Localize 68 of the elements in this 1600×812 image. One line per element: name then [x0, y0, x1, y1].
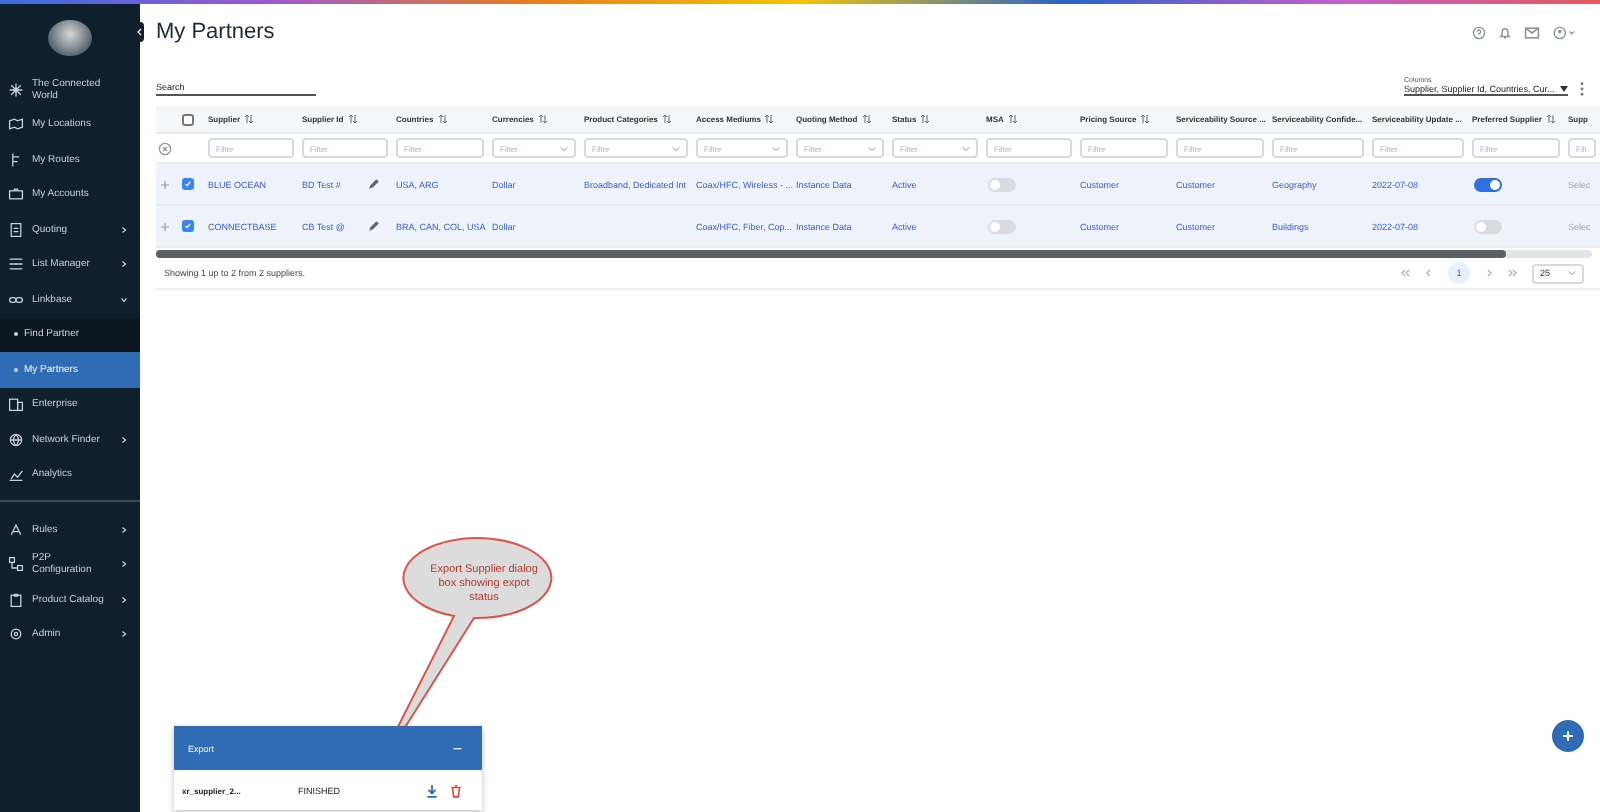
toggle-switch[interactable] — [1474, 177, 1502, 191]
pencil-icon[interactable] — [368, 220, 380, 232]
help-icon[interactable] — [1472, 25, 1486, 39]
chevron-right-icon — [120, 630, 128, 639]
rules-icon — [8, 521, 24, 538]
chevron-right-icon — [120, 435, 128, 444]
globe-icon — [8, 431, 24, 448]
toggle-switch[interactable] — [1474, 219, 1502, 233]
scrollbar[interactable] — [156, 250, 1592, 258]
bell-icon[interactable] — [1498, 25, 1512, 39]
sort-icon[interactable] — [764, 114, 775, 124]
chevron-down-icon — [772, 145, 780, 151]
sort-icon[interactable] — [1545, 114, 1556, 124]
sort-icon[interactable] — [920, 114, 931, 124]
sort-icon[interactable] — [437, 114, 448, 124]
hierarchy-icon — [8, 556, 24, 573]
chevron-down-icon — [672, 145, 680, 151]
gear-icon — [8, 626, 24, 643]
sort-icon[interactable] — [537, 114, 548, 124]
sort-icon[interactable] — [861, 114, 872, 124]
plus-icon — [1562, 730, 1574, 742]
chevron-right-icon — [120, 560, 128, 569]
avatar-icon[interactable] — [1552, 25, 1576, 39]
page-title: My Partners — [156, 20, 275, 44]
building-icon — [8, 396, 24, 413]
pencil-icon[interactable] — [368, 178, 380, 190]
next-page-icon[interactable] — [1484, 268, 1494, 278]
chevron-right-icon — [120, 225, 128, 234]
chevron-down-icon — [962, 145, 970, 151]
previous-page-icon[interactable] — [1424, 268, 1434, 278]
toggle-switch[interactable] — [988, 177, 1016, 191]
chevron-down-icon — [868, 145, 876, 151]
mail-icon[interactable] — [1524, 25, 1540, 39]
add-button[interactable] — [1552, 720, 1584, 752]
chart-icon — [8, 466, 24, 483]
checkbox[interactable] — [182, 220, 194, 232]
trash-icon[interactable] — [450, 783, 462, 797]
network-icon — [8, 81, 24, 98]
first-page-icon[interactable] — [1400, 268, 1410, 278]
sort-icon[interactable] — [244, 114, 255, 124]
chevron-right-icon — [120, 595, 128, 604]
clipboard-icon — [8, 591, 24, 608]
sort-icon[interactable] — [661, 114, 672, 124]
checkbox[interactable] — [182, 178, 194, 190]
checkmark-icon — [184, 180, 192, 188]
route-icon — [8, 151, 24, 168]
map-icon — [8, 116, 24, 133]
chevron-right-icon — [120, 525, 128, 534]
sort-icon[interactable] — [1140, 114, 1151, 124]
document-icon — [8, 221, 24, 238]
sort-icon[interactable] — [347, 114, 358, 124]
chevron-right-icon — [120, 260, 128, 269]
caret-icon — [1560, 86, 1568, 92]
minimize-button[interactable]: − — [452, 739, 462, 757]
briefcase-icon — [8, 186, 24, 203]
download-icon[interactable] — [426, 783, 438, 797]
toggle-switch[interactable] — [988, 219, 1016, 233]
link-icon — [8, 291, 24, 308]
checkmark-icon — [184, 222, 192, 230]
sort-icon[interactable] — [1007, 114, 1018, 124]
chevron-left-icon — [135, 28, 141, 36]
last-page-icon[interactable] — [1508, 268, 1518, 278]
chevron-down-icon — [560, 145, 568, 151]
list-icon — [8, 256, 24, 273]
checkbox[interactable] — [182, 113, 194, 125]
logo — [48, 20, 92, 56]
chevron-down-icon — [1568, 270, 1576, 276]
clear-filter-icon[interactable] — [158, 141, 172, 155]
